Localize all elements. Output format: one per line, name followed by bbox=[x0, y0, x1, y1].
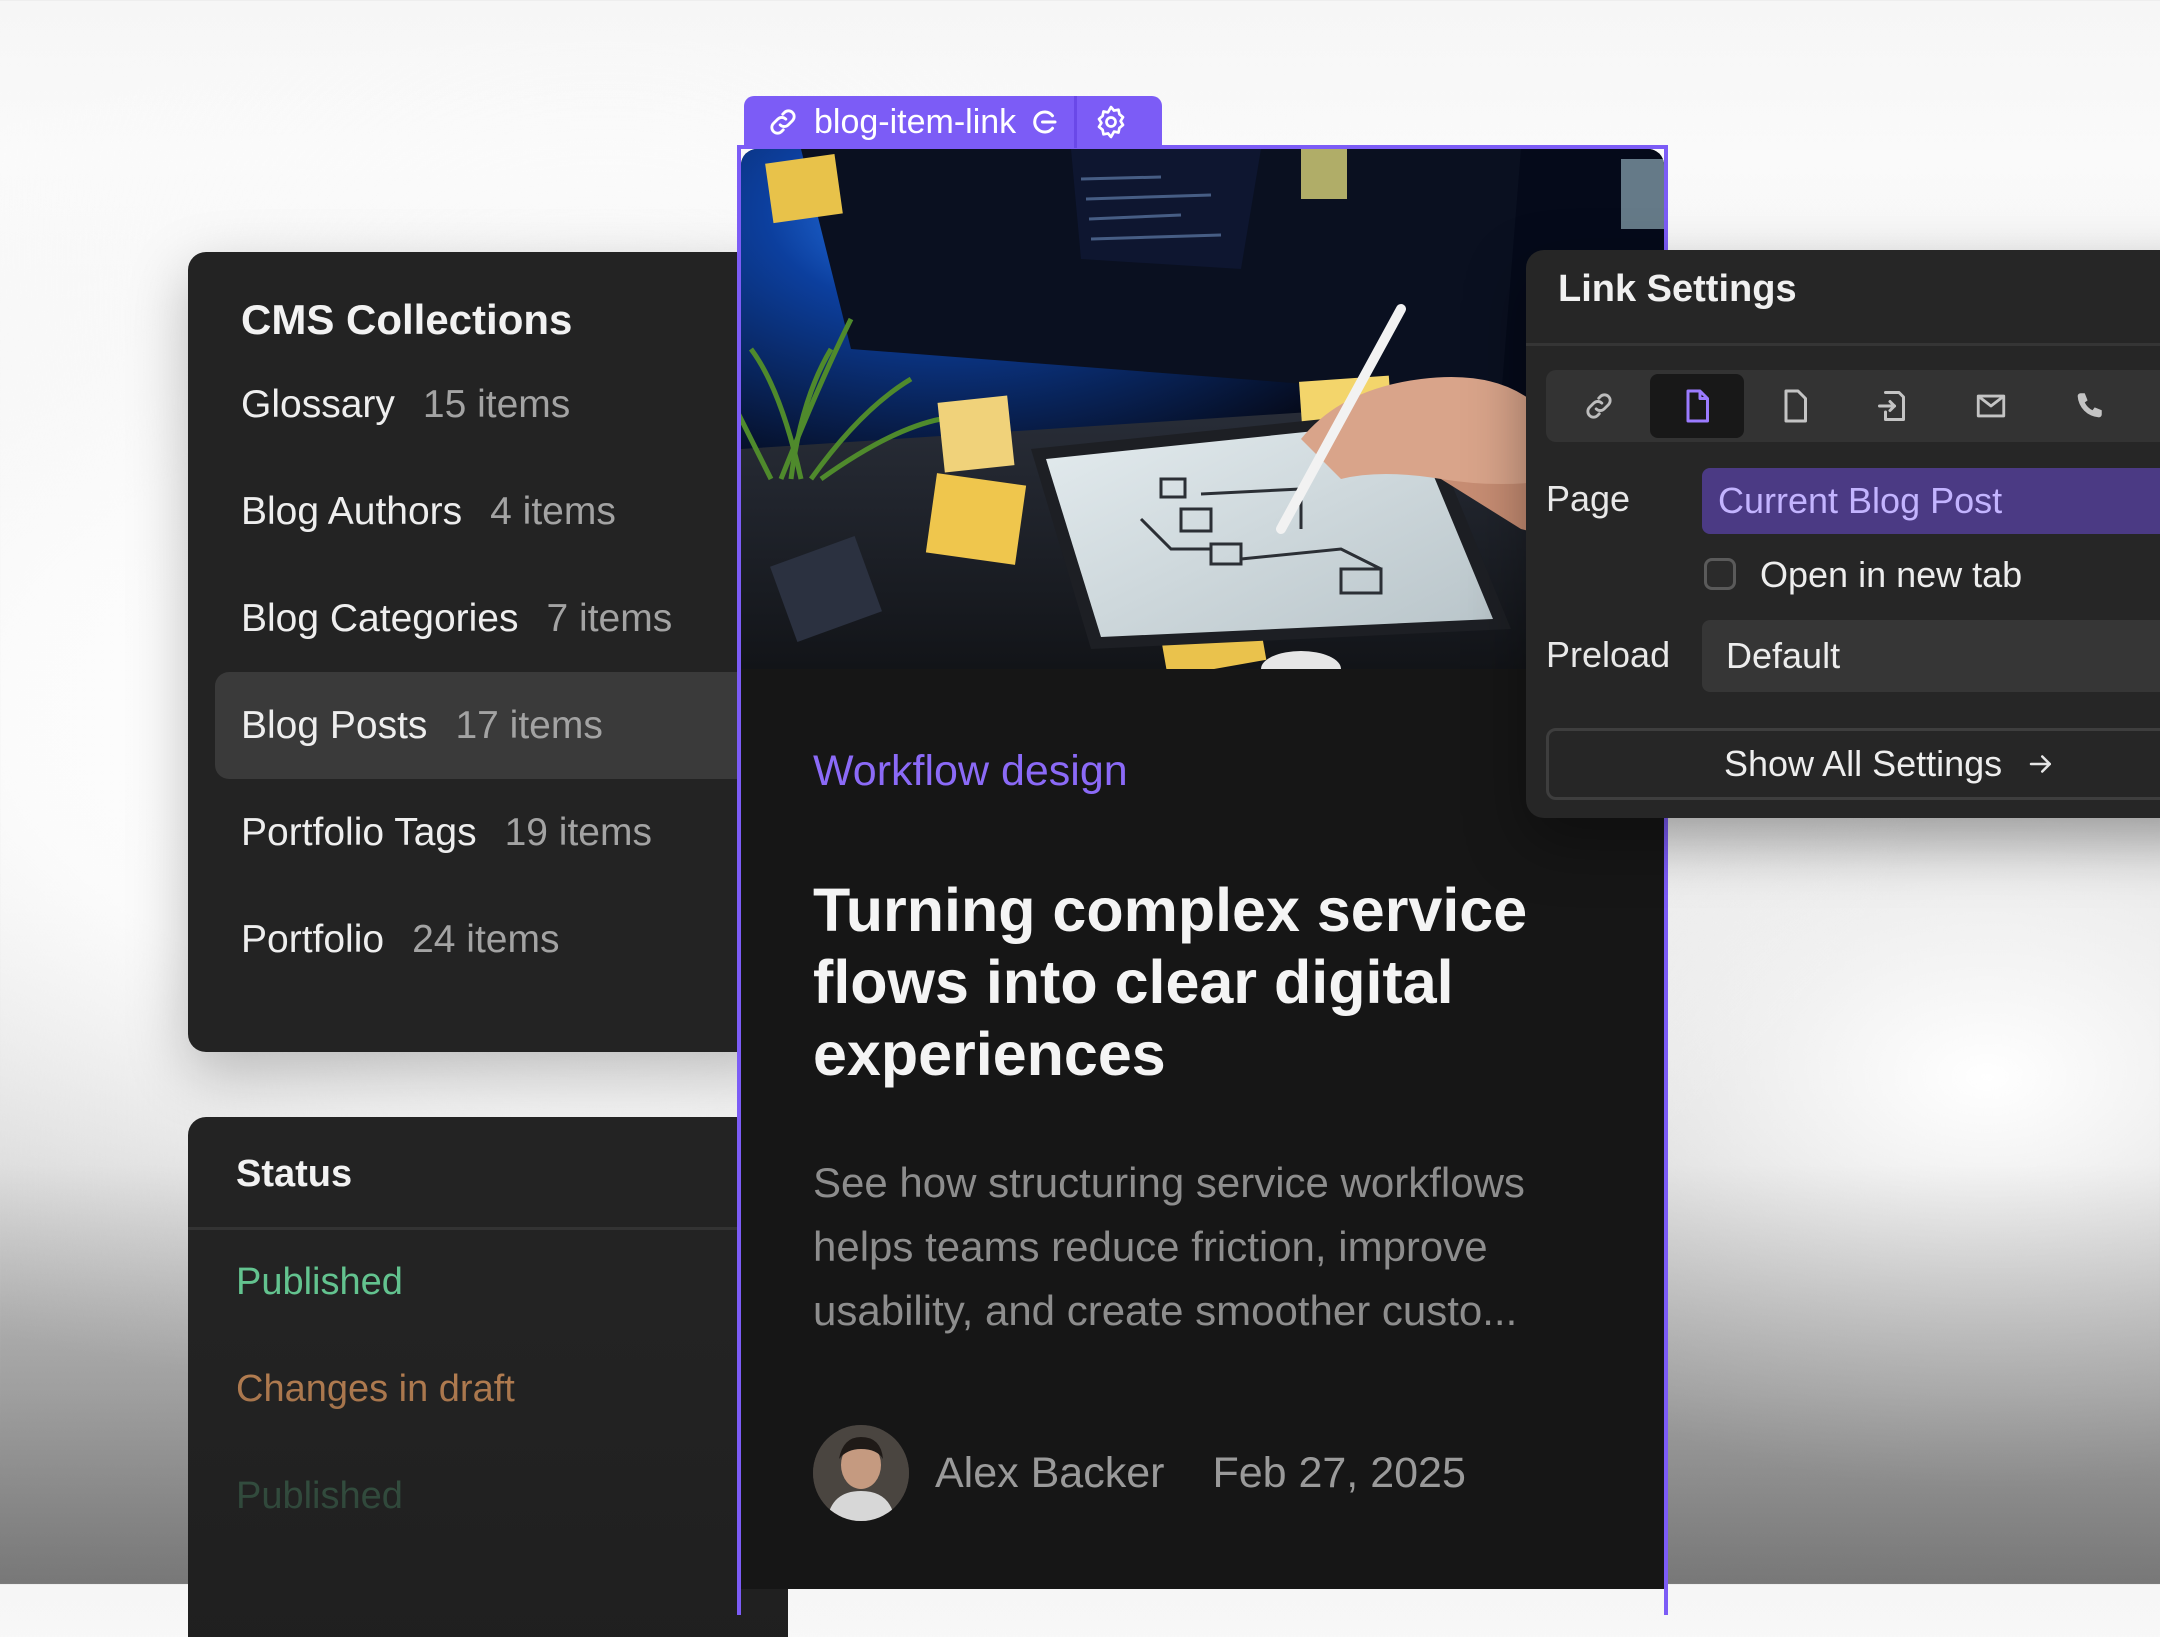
cms-item-name: Glossary bbox=[241, 382, 395, 426]
cms-collections-title: CMS Collections bbox=[241, 296, 573, 343]
element-tag-name: blog-item-link bbox=[814, 102, 1017, 141]
arrow-right-icon bbox=[2026, 749, 2056, 779]
cms-item-name: Blog Authors bbox=[241, 489, 463, 533]
cms-item-name: Blog Categories bbox=[241, 596, 519, 640]
link-icon bbox=[766, 105, 800, 139]
file-icon bbox=[1777, 387, 1813, 425]
cms-item-count: 4 items bbox=[490, 489, 616, 533]
cms-item-blog-posts[interactable]: Blog Posts 17 items bbox=[215, 672, 775, 779]
link-settings-panel: Link Settings Page Current Blog Post Ope… bbox=[1526, 250, 2160, 818]
cms-item-blog-categories[interactable]: Blog Categories 7 items bbox=[215, 565, 775, 672]
show-all-settings-button[interactable]: Show All Settings bbox=[1546, 728, 2160, 800]
status-title: Status bbox=[236, 1153, 353, 1195]
link-type-url[interactable] bbox=[1552, 374, 1646, 438]
section-icon bbox=[1875, 387, 1911, 425]
status-changes-in-draft[interactable]: Changes in draft bbox=[236, 1368, 515, 1411]
page-select-value: Current Blog Post bbox=[1718, 480, 2003, 521]
email-icon bbox=[1972, 389, 2010, 423]
page-label: Page bbox=[1546, 478, 1631, 519]
preload-select[interactable]: Default bbox=[1702, 620, 2160, 692]
preload-select-value: Default bbox=[1726, 635, 1841, 676]
link-type-section[interactable] bbox=[1846, 374, 1940, 438]
status-panel: Status Published Changes in draft Publis… bbox=[188, 1117, 788, 1637]
preload-label: Preload bbox=[1546, 634, 1671, 675]
link-settings-title: Link Settings bbox=[1558, 268, 1797, 310]
link-type-selector bbox=[1546, 370, 2160, 442]
component-icon bbox=[1030, 107, 1060, 137]
url-link-icon bbox=[1582, 389, 1616, 423]
cms-collections-list: Glossary 15 items Blog Authors 4 items B… bbox=[215, 351, 775, 993]
divider bbox=[188, 1227, 788, 1230]
status-published[interactable]: Published bbox=[236, 1261, 403, 1304]
cms-item-portfolio[interactable]: Portfolio 24 items bbox=[215, 886, 775, 993]
phone-icon bbox=[2072, 389, 2106, 423]
cms-item-count: 15 items bbox=[422, 382, 571, 426]
link-type-email[interactable] bbox=[1944, 374, 2038, 438]
cms-item-name: Blog Posts bbox=[241, 703, 428, 747]
cms-item-name: Portfolio bbox=[241, 917, 385, 961]
page-icon bbox=[1679, 387, 1715, 425]
cms-item-count: 19 items bbox=[504, 810, 652, 854]
cms-collections-panel: CMS Collections Glossary 15 items Blog A… bbox=[188, 252, 788, 1052]
link-type-phone[interactable] bbox=[2042, 374, 2136, 438]
element-tag[interactable]: blog-item-link bbox=[744, 96, 1162, 148]
cms-item-name: Portfolio Tags bbox=[241, 810, 477, 854]
cms-item-count: 7 items bbox=[546, 596, 673, 640]
page-select[interactable]: Current Blog Post bbox=[1702, 468, 2160, 534]
gear-icon[interactable] bbox=[1093, 104, 1129, 140]
cms-item-count: 17 items bbox=[455, 703, 603, 747]
link-type-file[interactable] bbox=[1748, 374, 1842, 438]
cms-item-blog-authors[interactable]: Blog Authors 4 items bbox=[215, 458, 775, 565]
cms-item-glossary[interactable]: Glossary 15 items bbox=[215, 351, 775, 458]
status-published[interactable]: Published bbox=[236, 1475, 403, 1518]
cms-item-portfolio-tags[interactable]: Portfolio Tags 19 items bbox=[215, 779, 775, 886]
cms-item-count: 24 items bbox=[412, 917, 560, 961]
link-type-page[interactable] bbox=[1650, 374, 1744, 438]
open-new-tab-checkbox[interactable] bbox=[1704, 558, 1736, 590]
divider bbox=[1074, 96, 1078, 148]
open-new-tab-label[interactable]: Open in new tab bbox=[1760, 554, 2022, 596]
show-all-settings-label: Show All Settings bbox=[1724, 743, 2003, 784]
divider bbox=[1526, 343, 2160, 346]
